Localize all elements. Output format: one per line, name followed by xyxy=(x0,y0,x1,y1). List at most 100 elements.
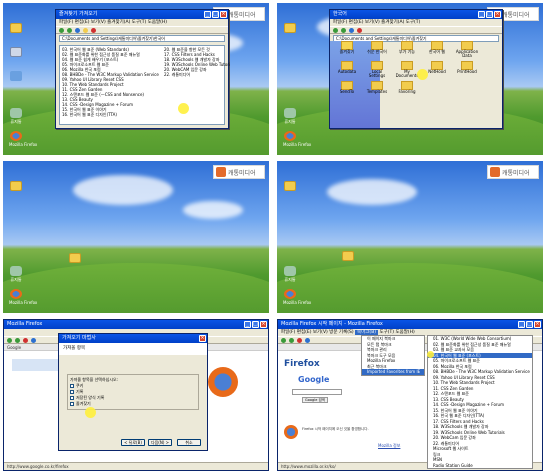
firefox-desktop-icon[interactable]: Mozilla Firefox xyxy=(9,131,37,147)
window-titlebar[interactable]: Mozilla Firefox 시작 페이지 - Mozilla Firefox… xyxy=(278,320,542,329)
forward-icon[interactable] xyxy=(67,27,72,33)
window-titlebar[interactable]: 즐겨찾기 가져오기 _ □ × xyxy=(56,10,228,19)
home-icon[interactable] xyxy=(305,337,310,343)
folder-item[interactable]: 한국어 웹 xyxy=(424,41,450,58)
delete-icon[interactable] xyxy=(357,27,362,33)
minimize-icon[interactable]: _ xyxy=(518,321,525,328)
wallpaper-hill xyxy=(277,263,543,313)
recycle-bin-icon[interactable]: 휴지통 xyxy=(283,108,297,124)
firefox-desktop-icon[interactable]: Mozilla Firefox xyxy=(283,289,311,305)
menu-history[interactable]: 방문 기록(S) xyxy=(329,330,353,335)
desktop-icon-my-documents[interactable] xyxy=(9,181,23,193)
minimize-icon[interactable]: _ xyxy=(204,11,211,18)
back-icon[interactable] xyxy=(333,27,338,33)
frame-3: 휴지통 Mozilla Firefox 캐통미디어 xyxy=(3,161,269,313)
delete-icon[interactable] xyxy=(91,27,96,33)
recycle-bin-icon[interactable]: 휴지통 xyxy=(283,266,297,282)
folder-item[interactable]: Templates xyxy=(364,81,390,94)
frame-5: Mozilla Firefox _ □ × Google http://www.go… xyxy=(3,319,269,471)
close-icon[interactable]: × xyxy=(260,321,267,328)
firefox-logo-icon xyxy=(208,367,238,397)
maximize-icon[interactable]: □ xyxy=(212,11,219,18)
checkbox[interactable] xyxy=(70,396,74,400)
folder-item[interactable]: 즐겨찾기 xyxy=(334,41,360,58)
submenu-item[interactable]: Radio Station Guide xyxy=(428,463,532,469)
close-icon[interactable]: × xyxy=(494,11,501,18)
home-icon[interactable] xyxy=(31,337,36,343)
next-button[interactable]: 다음(N) > xyxy=(148,439,172,446)
maximize-icon[interactable]: □ xyxy=(526,321,533,328)
search-input[interactable] xyxy=(292,389,342,395)
minimize-icon[interactable]: _ xyxy=(244,321,251,328)
list-item[interactable]: 22. 캐통미디어 xyxy=(164,72,230,77)
up-folder-icon[interactable] xyxy=(349,27,354,33)
firefox-desktop-icon[interactable]: Mozilla Firefox xyxy=(9,289,37,305)
folder-item[interactable]: PrintHood xyxy=(454,61,480,78)
folder-item[interactable]: Favoring xyxy=(394,81,420,94)
maximize-icon[interactable]: □ xyxy=(252,321,259,328)
logo-mark-icon xyxy=(490,167,500,177)
menu-file[interactable]: 파일(F) xyxy=(281,330,295,335)
firefox-desktop-icon[interactable]: Mozilla Firefox xyxy=(283,131,311,147)
submenu-item[interactable]: 08. BHBDe - The W3C Markup Validation Se… xyxy=(428,369,532,375)
import-options-group: 가져올 항목을 선택하십시오: 쿠키 기록 저장된 양식 기록 즐겨찾기 xyxy=(67,374,199,410)
window-titlebar[interactable]: Mozilla Firefox _ □ × xyxy=(4,320,268,329)
close-icon[interactable]: × xyxy=(199,335,206,342)
window-titlebar[interactable]: 한국어 _ □ × xyxy=(330,10,502,19)
address-bar[interactable]: C:\Documents and Settings\캐통미디어\즐겨찾기\한국어 xyxy=(59,35,225,42)
menu-view[interactable]: 보기(V) xyxy=(313,330,328,335)
stop-icon[interactable] xyxy=(297,337,302,343)
logo: 캐통미디어 xyxy=(487,165,539,179)
desktop-icon-my-documents[interactable] xyxy=(283,23,297,35)
menu-bar[interactable]: 파일(F) 편집(E) 보기(V) 즐겨찾기(A) 도구(T) 도움말(H) xyxy=(56,19,228,26)
status-bar: http://www.google.co.kr/firefox xyxy=(4,462,268,470)
close-icon[interactable]: × xyxy=(220,11,227,18)
desktop-icon-network[interactable] xyxy=(9,71,23,83)
cancel-button[interactable]: 취소 xyxy=(177,439,201,446)
dialog-heading: 가져올 항목 xyxy=(59,343,207,355)
recycle-bin-icon[interactable]: 휴지통 xyxy=(9,266,23,282)
desktop-icon-my-documents[interactable] xyxy=(283,181,297,193)
back-icon[interactable] xyxy=(281,337,286,343)
back-button[interactable]: < 뒤로(B) xyxy=(121,439,145,446)
desktop-icon-my-computer[interactable] xyxy=(9,47,23,59)
up-folder-icon[interactable] xyxy=(75,27,80,33)
welcome-text: Firefox 시작 페이지에 오신 것을 환영합니다. xyxy=(302,427,369,431)
mozilla-link[interactable]: Mozilla 정보 xyxy=(378,443,400,449)
checkbox[interactable] xyxy=(70,384,74,388)
forward-icon[interactable] xyxy=(289,337,294,343)
stop-icon[interactable] xyxy=(23,337,28,343)
file-list: 03. 한국어 웹 표준 (Web Standards) 02. 웹 표준화를 … xyxy=(59,45,230,125)
dialog-titlebar[interactable]: 가져오기 마법사 × xyxy=(59,334,207,343)
maximize-icon[interactable]: □ xyxy=(486,11,493,18)
google-search-button[interactable]: Google 검색 xyxy=(302,397,328,403)
desktop-icon-my-documents[interactable] xyxy=(9,23,23,35)
folder-item[interactable]: Autodata xyxy=(334,61,360,78)
menu-item-imported-favorites[interactable]: Imported Favorites from IE xyxy=(362,369,424,375)
checkbox[interactable] xyxy=(70,402,74,406)
menu-edit[interactable]: 편집(E) xyxy=(297,330,312,335)
folders-icon[interactable] xyxy=(83,27,88,33)
cursor-highlight xyxy=(417,69,428,80)
forward-icon[interactable] xyxy=(341,27,346,33)
toolbar xyxy=(56,26,228,34)
minimize-icon[interactable]: _ xyxy=(478,11,485,18)
cursor-highlight xyxy=(427,351,434,358)
folder-item[interactable]: Application Data xyxy=(454,41,480,58)
back-icon[interactable] xyxy=(59,27,64,33)
menu-bar[interactable]: 파일(F) 편집(E) 보기(V) 즐겨찾기(A) 도구(T) xyxy=(330,19,502,26)
close-icon[interactable]: × xyxy=(534,321,541,328)
folder-item[interactable]: SendTo xyxy=(334,81,360,94)
desktop-folder-icon[interactable] xyxy=(341,251,355,263)
back-icon[interactable] xyxy=(7,337,12,343)
list-item[interactable]: 16. 한국어 웹 표준 디자인(TTA) xyxy=(62,112,162,117)
folder-item[interactable]: 쉬운 한국어 xyxy=(364,41,390,58)
checkbox[interactable] xyxy=(70,390,74,394)
wallpaper-hill xyxy=(3,263,269,313)
forward-icon[interactable] xyxy=(15,337,20,343)
recycle-bin-icon[interactable]: 휴지통 xyxy=(9,108,23,124)
frame-4: 휴지통 Mozilla Firefox 캐통미디어 xyxy=(277,161,543,313)
desktop-folder-icon[interactable] xyxy=(68,253,82,265)
folder-item[interactable]: 부가 기능 xyxy=(394,41,420,58)
folder-item[interactable]: Local Settings xyxy=(364,61,390,78)
